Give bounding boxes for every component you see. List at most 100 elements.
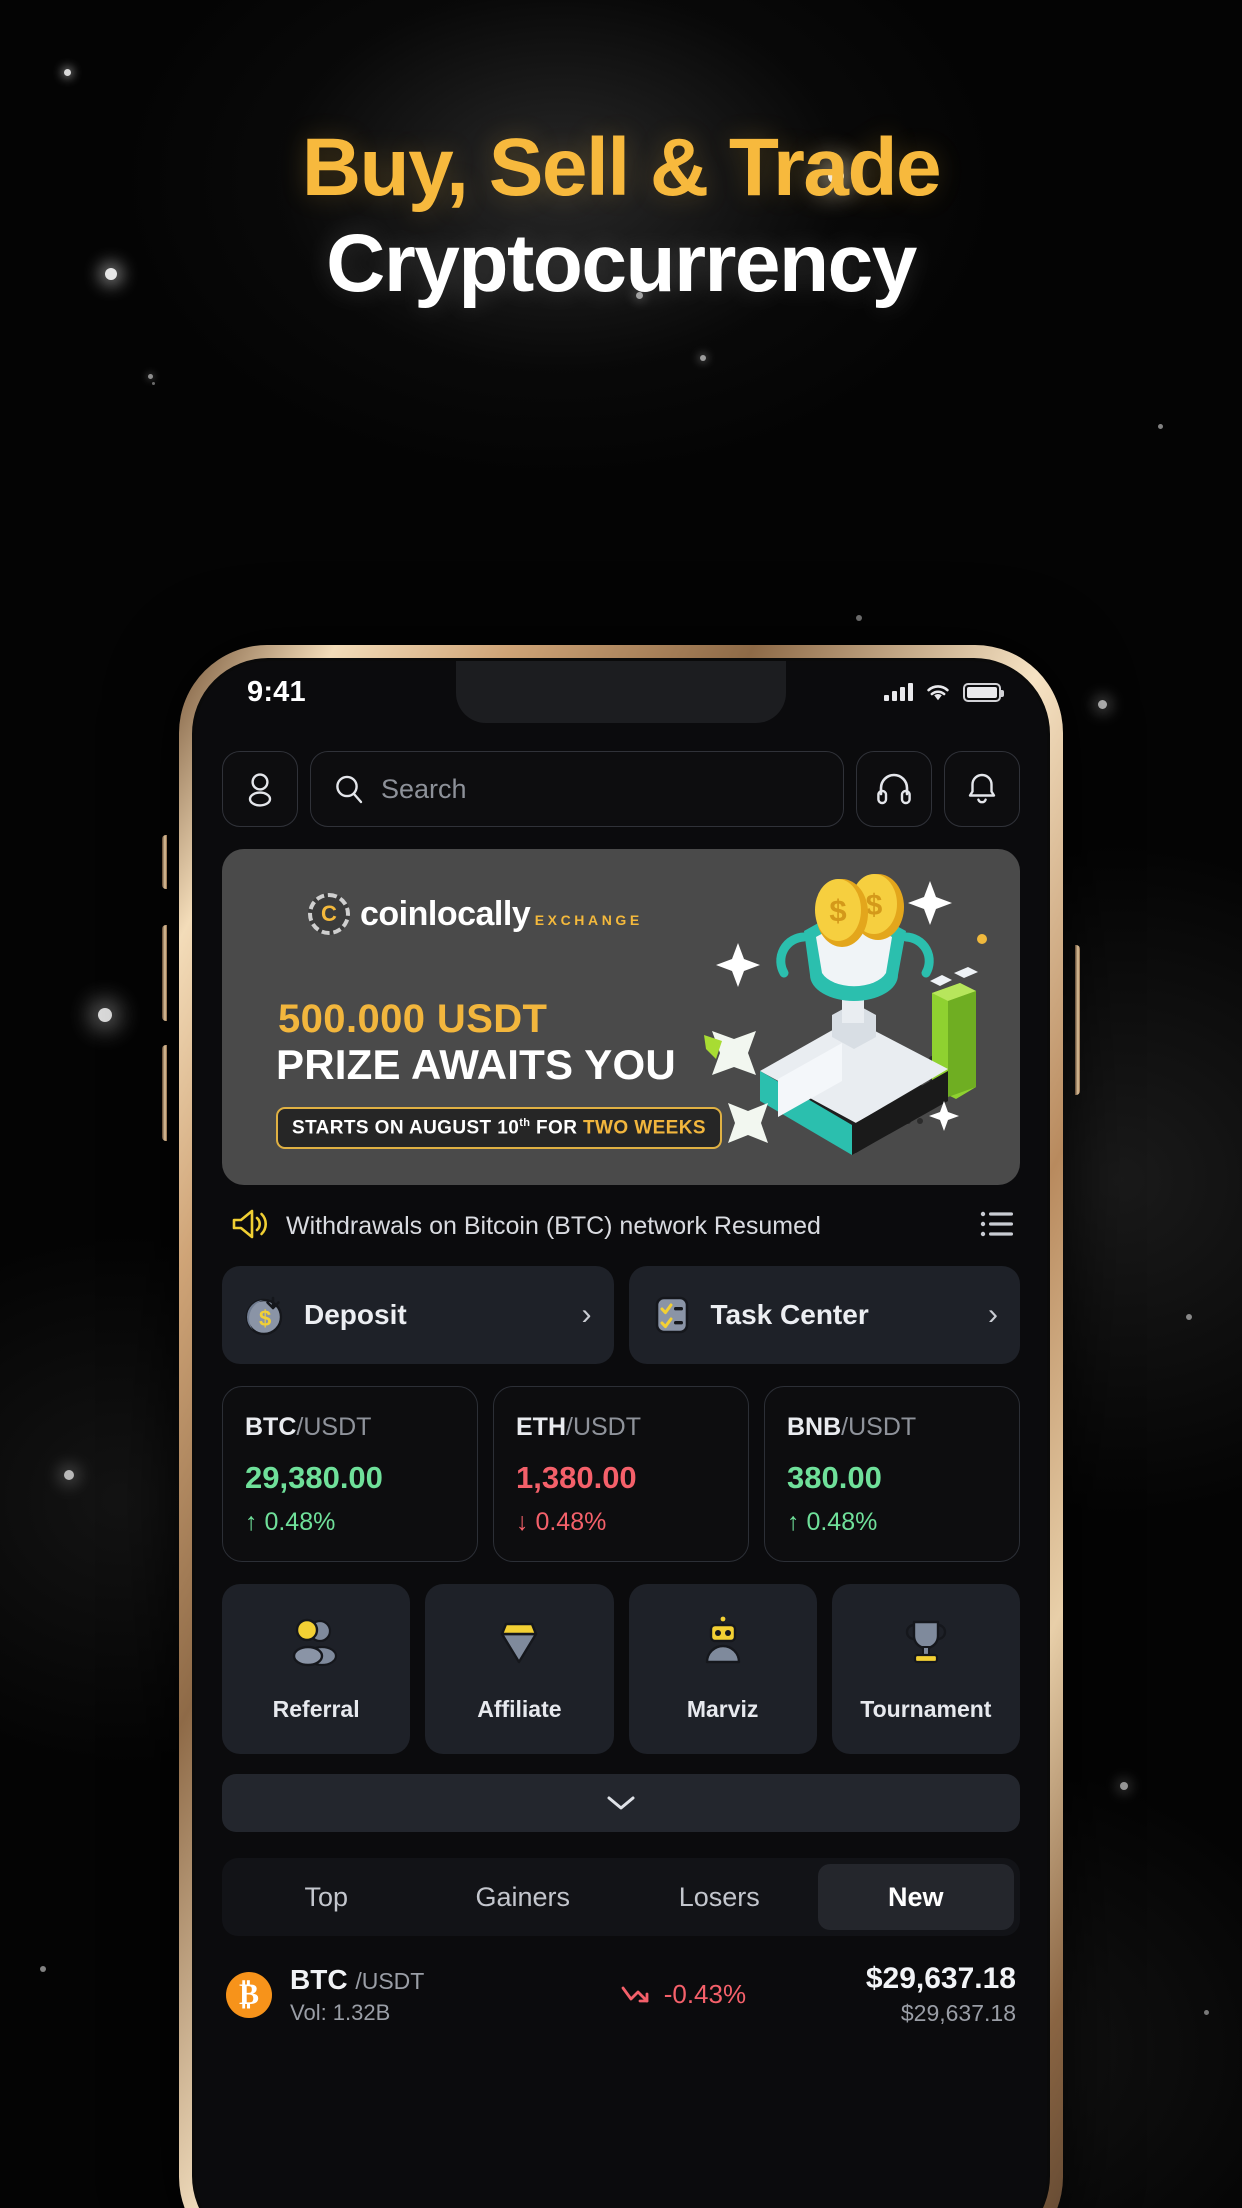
ticker-change-value: 0.48% <box>806 1508 878 1536</box>
deposit-label: Deposit <box>304 1299 407 1330</box>
star-decoration <box>148 374 153 379</box>
btc-coin-icon: ₿ <box>226 1971 272 2018</box>
megaphone-icon <box>230 1207 268 1246</box>
table-row[interactable]: ₿ BTC /USDT Vol: 1.32B -0.43% $29,637.18… <box>222 1956 1020 2033</box>
banner-date-prefix: STARTS ON AUGUST 10 <box>292 1117 520 1139</box>
list-icon[interactable] <box>980 1210 1014 1243</box>
star-decoration <box>856 615 862 621</box>
tab-new[interactable]: New <box>817 1864 1014 1930</box>
svg-text:$: $ <box>866 889 883 922</box>
search-input[interactable] <box>381 773 821 805</box>
tab-losers[interactable]: Losers <box>621 1864 818 1930</box>
notifications-button[interactable] <box>944 751 1020 827</box>
app-content: C coinlocally EXCHANGE 500.000 USDT PRIZ… <box>195 723 1047 2033</box>
phone-mockup: 9:41 Search C coinlocally EXCHANGE 500.0… <box>162 645 1080 2208</box>
bell-icon <box>968 773 996 804</box>
banner-brand-sub: EXCHANGE <box>534 912 643 928</box>
feature-label: Marviz <box>686 1695 759 1722</box>
feature-label: Affiliate <box>477 1695 562 1722</box>
ticker-arrow-icon: ↑ <box>787 1508 800 1536</box>
hero-headline-line2: Cryptocurrency <box>326 218 917 310</box>
hero-headline: Buy, Sell & Trade Cryptocurrency <box>0 122 1242 310</box>
feature-tile-tournament[interactable]: Tournament <box>831 1584 1020 1754</box>
expand-collapse-button[interactable] <box>222 1774 1020 1832</box>
hero-headline-line1: Buy, Sell & Trade <box>301 122 942 213</box>
feature-label: Referral <box>272 1695 360 1722</box>
task-list-icon <box>655 1296 688 1334</box>
headphones-icon <box>877 773 911 805</box>
tournament-trophy-icon <box>905 1620 947 1663</box>
feature-tile-referral[interactable]: Referral <box>222 1584 411 1754</box>
phone-mute-switch <box>162 835 167 889</box>
star-decoration <box>700 355 706 361</box>
tab-top[interactable]: Top <box>228 1864 425 1930</box>
tab-gainers[interactable]: Gainers <box>425 1864 622 1930</box>
marviz-robot-icon <box>705 1616 740 1663</box>
phone-power-button <box>1075 945 1080 1095</box>
shortcut-row: $ Deposit › Task Center › <box>222 1266 1020 1364</box>
referral-people-icon <box>292 1618 338 1666</box>
banner-date-mid: FOR <box>530 1117 584 1139</box>
deposit-coin-icon: $ <box>245 1296 283 1336</box>
banner-prize-line: PRIZE AWAITS YOU <box>276 1041 676 1088</box>
market-row-pair: BTC /USDT <box>290 1964 424 1995</box>
promo-stage: Buy, Sell & Trade Cryptocurrency 9:41 Se… <box>0 0 1242 2208</box>
search-field-wrapper[interactable] <box>310 751 844 827</box>
svg-text:$: $ <box>259 1306 271 1331</box>
market-list: ₿ BTC /USDT Vol: 1.32B -0.43% $29,637.18… <box>222 1956 1020 2033</box>
feature-tile-marviz[interactable]: Marviz <box>628 1584 817 1754</box>
star-decoration <box>98 1008 112 1022</box>
app-header-row <box>222 751 1020 827</box>
feature-tiles-row: Referral Affiliate Marviz Tournament <box>222 1584 1020 1754</box>
ticker-change: ↓ 0.48% <box>516 1508 728 1537</box>
phone-volume-up-button <box>162 925 167 1021</box>
ticker-quote: /USDT <box>296 1413 372 1441</box>
star-decoration <box>1120 1782 1128 1790</box>
coinlocally-mark-icon: C <box>308 893 350 935</box>
market-row-price: $29,637.18 $29,637.18 <box>866 1962 1016 2027</box>
affiliate-diamond-icon <box>501 1622 538 1663</box>
star-decoration <box>40 1966 46 1972</box>
star-decoration <box>1158 424 1163 429</box>
profile-button[interactable] <box>222 751 298 827</box>
ticker-card-bnb[interactable]: BNB/USDT 380.00 ↑ 0.48% <box>764 1386 1020 1562</box>
ticker-price: 29,380.00 <box>245 1460 383 1495</box>
ticker-price: 1,380.00 <box>516 1460 637 1495</box>
market-row-volume: Vol: 1.32B <box>290 1999 391 2025</box>
promo-banner[interactable]: C coinlocally EXCHANGE 500.000 USDT PRIZ… <box>222 849 1020 1185</box>
task-center-label: Task Center <box>710 1299 869 1330</box>
ticker-pair: BTC/USDT <box>245 1413 457 1442</box>
phone-volume-down-button <box>162 1045 167 1141</box>
signal-bars-icon <box>884 683 913 701</box>
market-tabs: Top Gainers Losers New <box>222 1858 1020 1936</box>
search-icon <box>336 775 363 804</box>
feature-label: Tournament <box>860 1695 992 1722</box>
deposit-button[interactable]: $ Deposit › <box>222 1266 614 1364</box>
market-row-change: -0.43% <box>500 1979 866 2010</box>
announcement-text: Withdrawals on Bitcoin (BTC) network Res… <box>286 1212 821 1240</box>
banner-brand-logo: C coinlocally EXCHANGE <box>308 893 643 935</box>
ticker-arrow-icon: ↓ <box>516 1508 529 1536</box>
status-bar: 9:41 <box>195 661 1047 723</box>
banner-brand-name: coinlocally <box>360 895 531 933</box>
ticker-card-eth[interactable]: ETH/USDT 1,380.00 ↓ 0.48% <box>493 1386 749 1562</box>
support-button[interactable] <box>856 751 932 827</box>
ticker-base: BNB <box>787 1413 842 1441</box>
ticker-base: ETH <box>516 1413 566 1441</box>
banner-date-badge: STARTS ON AUGUST 10th FOR TWO WEEKS <box>276 1107 722 1150</box>
announcement-bar[interactable]: Withdrawals on Bitcoin (BTC) network Res… <box>222 1185 1020 1266</box>
status-icons <box>884 682 1004 702</box>
task-center-button[interactable]: Task Center › <box>628 1266 1020 1364</box>
trend-down-icon <box>621 1986 649 2002</box>
star-decoration <box>64 69 71 76</box>
star-decoration <box>152 382 155 385</box>
market-row-price-main: $29,637.18 <box>865 1962 1016 1995</box>
ticker-pair: ETH/USDT <box>516 1413 728 1442</box>
ticker-quote: /USDT <box>841 1413 917 1441</box>
ticker-change: ↑ 0.48% <box>245 1508 457 1537</box>
phone-screen: 9:41 Search C coinlocally EXCHANGE 500.0… <box>192 658 1050 2208</box>
ticker-card-btc[interactable]: BTC/USDT 29,380.00 ↑ 0.48% <box>222 1386 478 1562</box>
trophy-coins-illustration: $ $ <box>682 863 1012 1173</box>
ticker-base: BTC <box>245 1413 297 1441</box>
feature-tile-affiliate[interactable]: Affiliate <box>425 1584 614 1754</box>
